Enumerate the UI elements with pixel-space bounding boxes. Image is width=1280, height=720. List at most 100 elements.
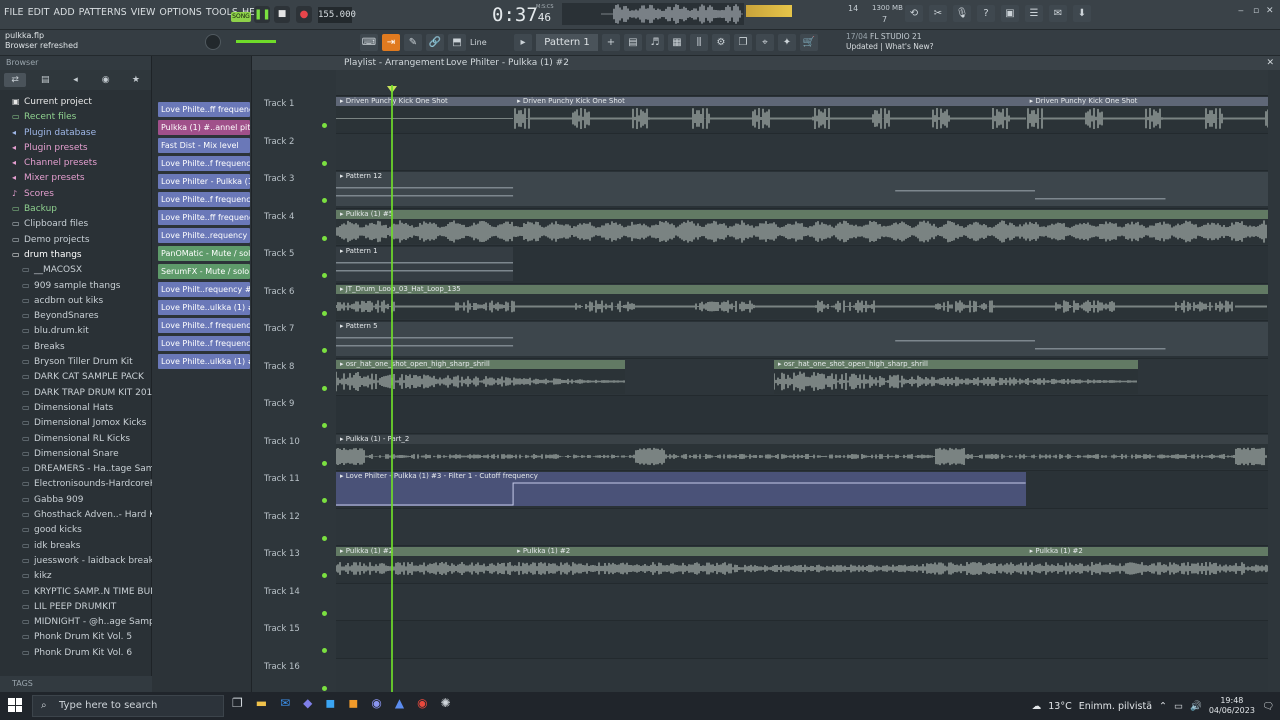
master-volume-knob[interactable] (205, 34, 221, 50)
arrow-app-icon[interactable]: ▲ (395, 696, 404, 710)
picker-item[interactable]: Love Philte..f frequency (158, 192, 250, 207)
picker-item[interactable]: Love Philte..ff frequency (158, 210, 250, 225)
chrome-icon[interactable]: ◉ (417, 696, 427, 710)
track-mute-led[interactable] (322, 648, 327, 653)
playlist-clip[interactable]: ▸ JT_Drum_Loop_03_Hat_Loop_135 (336, 284, 1268, 319)
browser-item[interactable]: ▭ Electronisounds-HardcoreKicks (0, 476, 152, 491)
browser-item[interactable]: ▭ DARK TRAP DRUM KIT 2018 (0, 385, 152, 400)
add-pattern-icon[interactable]: + (602, 34, 620, 51)
track-mute-led[interactable] (322, 423, 327, 428)
undo-icon[interactable]: ⟲ (905, 5, 923, 22)
playlist-clip[interactable]: ▸ osr_hat_one_shot_open_high_sharp_shril… (336, 359, 625, 394)
song-mode-toggle[interactable]: SONG (231, 12, 251, 22)
browser-item[interactable]: ▭ Bryson Tiller Drum Kit (0, 354, 152, 369)
track-mute-led[interactable] (322, 685, 327, 691)
browser-all-tab[interactable]: ⇄ (4, 73, 27, 87)
menu-patterns[interactable]: PATTERNS (79, 7, 127, 18)
playlist-clip[interactable]: ▸ Pulkka (1) #2 (1025, 547, 1268, 581)
browser-item[interactable]: ▭ acdbrn out kiks (0, 293, 152, 308)
track-name[interactable]: Track 4 (264, 212, 294, 222)
browser-item[interactable]: ▭ Dimensional Hats (0, 400, 152, 415)
picker-item[interactable]: Love Philte..ff frequency (158, 102, 250, 117)
browser-item[interactable]: ▭ Breaks (0, 339, 152, 354)
track-name[interactable]: Track 3 (264, 174, 294, 184)
browser-item[interactable]: ▭ Recent files (0, 109, 152, 124)
browser-item[interactable]: ▭ MIDNIGHT - @h..age Samples) (0, 614, 152, 629)
news-panel[interactable]: 17/04 FL STUDIO 21 Updated | What's New? (846, 32, 934, 52)
clock[interactable]: 19:48 04/06/2023 (1209, 696, 1255, 716)
mail-icon[interactable]: ✉ (280, 696, 290, 710)
browser-item[interactable]: ▭ Dimensional Snare (0, 446, 152, 461)
playlist-clip[interactable]: ▸ Pattern 1 (336, 247, 514, 281)
browser-item[interactable]: ♪ Scores (0, 186, 152, 201)
browser-item[interactable]: ▭ DARK CAT SAMPLE PACK (0, 369, 152, 384)
track-mute-led[interactable] (322, 385, 327, 391)
browser-item[interactable]: ▭ Clipboard files (0, 216, 152, 231)
misc-app-icon[interactable]: ✺ (441, 696, 451, 710)
play-button[interactable]: ❚❚ (254, 6, 271, 23)
pin-icon[interactable]: ⌖ (756, 34, 774, 51)
picker-item[interactable]: SerumFX - Mute / solo (158, 264, 250, 279)
playlist-clip[interactable]: ▸ Driven Punchy Kick One Shot (336, 97, 514, 131)
master-pitch-slider[interactable] (236, 40, 276, 43)
browser-item[interactable]: ▭ Dimensional Jomox Kicks (0, 415, 152, 430)
picker-item[interactable]: Fast Dist - Mix level (158, 138, 250, 153)
browser-item[interactable]: ▭ good kicks (0, 522, 152, 537)
photoshop-icon[interactable]: ◼ (325, 696, 335, 710)
playlist-clip[interactable]: ▸ Pulkka (1) #5 (336, 209, 1268, 244)
track-mute-led[interactable] (322, 573, 327, 578)
browser-item[interactable]: ▭ KRYPTIC SAMP..N TIME BUNDLE (0, 584, 152, 599)
brush-icon[interactable]: ✎ (404, 34, 422, 51)
tool-mode-label[interactable]: Line (470, 38, 510, 47)
timeline-ruler[interactable] (336, 70, 1268, 96)
picker-item[interactable]: Love Philte..ulkka (1) #3 (158, 354, 250, 369)
browser-item[interactable]: ▭ drum thangs (0, 247, 152, 262)
playlist-clip[interactable]: ▸ Driven Punchy Kick One Shot (1025, 97, 1268, 131)
track-mute-led[interactable] (322, 273, 327, 278)
track-name[interactable]: Track 1 (264, 99, 294, 109)
picker-item[interactable]: Love Philte..f frequency (158, 318, 250, 333)
menu-file[interactable]: FILE (4, 7, 24, 18)
playlist-clip[interactable]: ▸ Pulkka (1) #2 (513, 547, 1026, 581)
browser-item[interactable]: ◂ Plugin database (0, 125, 152, 140)
stamp-icon[interactable]: ⬒ (448, 34, 466, 51)
browser-item[interactable]: ▭ __MACOSX (0, 262, 152, 277)
playlist-close-icon[interactable]: ✕ (1266, 56, 1274, 70)
playlist-clip[interactable]: ▸ Pattern 5 (336, 322, 1268, 356)
playlist-clip[interactable]: ▸ Pulkka (1) - Part_2 (336, 434, 1268, 469)
typing-keyboard-icon[interactable]: ⌨ (360, 34, 378, 51)
picker-item[interactable]: Love Philte..f frequency (158, 336, 250, 351)
tempo-display[interactable]: 155.000 (318, 7, 356, 23)
browser-item[interactable]: ▭ Phonk Drum Kit Vol. 6 (0, 645, 152, 660)
menu-view[interactable]: VIEW (131, 7, 156, 18)
discord-icon[interactable]: ◉ (371, 696, 381, 710)
chat-icon[interactable]: ✉ (1049, 5, 1067, 22)
track-mute-led[interactable] (322, 160, 327, 166)
taskbar-search[interactable]: ⌕ Type here to search (32, 695, 224, 717)
network-icon[interactable]: ▭ (1174, 701, 1183, 712)
fl-studio-icon[interactable]: ◼ (348, 696, 358, 710)
playlist-clip[interactable]: ▸ Love Philter - Pulkka (1) #3 - Filter … (336, 472, 1026, 506)
playlist-clip[interactable]: ▸ osr_hat_one_shot_open_high_sharp_shril… (774, 359, 1138, 394)
arrow-right-icon[interactable]: ▸ (514, 34, 532, 51)
browser-item[interactable]: ▭ Backup (0, 201, 152, 216)
browser-item[interactable]: ▭ kikz (0, 568, 152, 583)
track-mute-led[interactable] (322, 198, 327, 203)
task-view-icon[interactable]: ❐ (232, 696, 243, 710)
browser-item[interactable]: ▭ DREAMERS - Ha..tage Samples) (0, 461, 152, 476)
track-lane[interactable] (336, 658, 1268, 692)
pattern-selector[interactable]: Pattern 1 (536, 34, 598, 51)
track-lane[interactable] (336, 396, 1268, 434)
cart-icon[interactable]: 🛒 (800, 34, 818, 51)
track-mute-led[interactable] (322, 535, 327, 541)
track-name[interactable]: Track 7 (264, 324, 294, 334)
picker-item[interactable]: Pulkka (1) #..annel pitch (158, 120, 250, 135)
tray-chevron-icon[interactable]: ⌃ (1159, 701, 1167, 712)
browser-item[interactable]: ▣ Current project (0, 94, 152, 109)
browser-star-tab[interactable]: ★ (125, 73, 147, 87)
menu-add[interactable]: ADD (54, 7, 75, 18)
mixer-icon[interactable]: ☰ (1025, 5, 1043, 22)
track-name[interactable]: Track 8 (264, 362, 294, 372)
playlist-clip[interactable]: ▸ Pulkka (1) #2 (336, 547, 514, 581)
browser-icon[interactable]: ❐ (734, 34, 752, 51)
